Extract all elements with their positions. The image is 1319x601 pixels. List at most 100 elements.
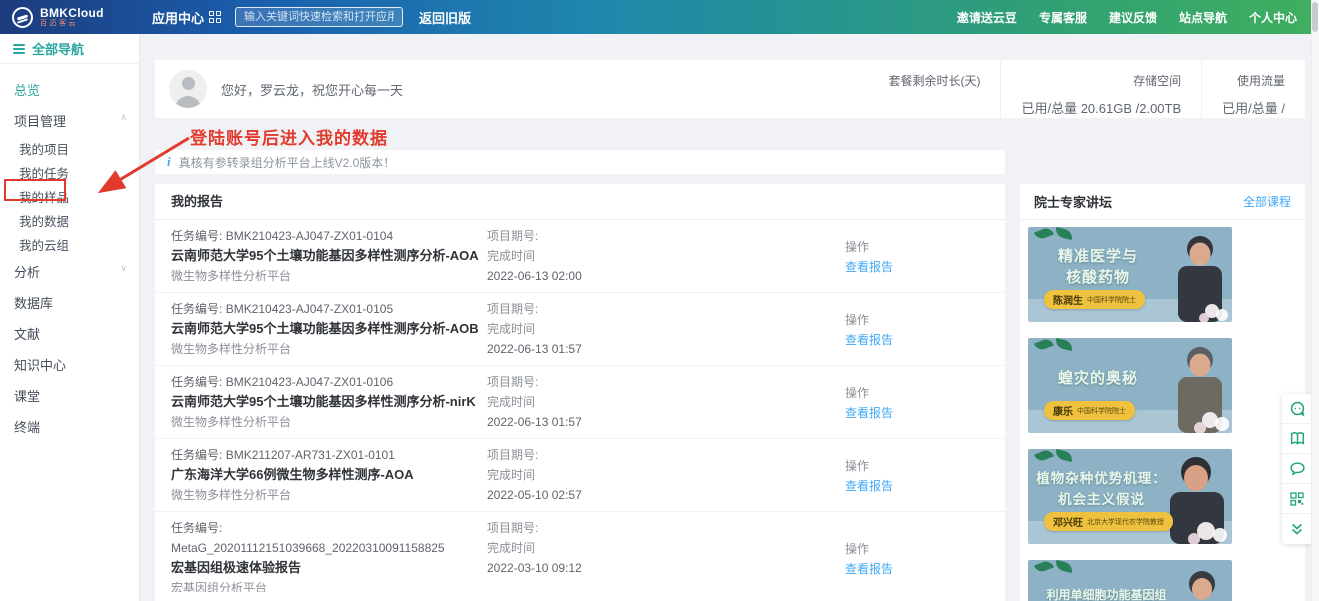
report-actions: 操作 查看报告	[845, 445, 989, 505]
header-search	[235, 7, 403, 27]
nav-customer-service[interactable]: 专属客服	[1039, 9, 1087, 26]
speaker-badge: 康乐 中国科学院院士	[1044, 401, 1135, 420]
report-platform: 微生物多样性分析平台	[171, 485, 487, 505]
sidebar-item-knowledge-center[interactable]: 知识中心	[0, 349, 139, 380]
lecture-title-line1: 植物杂种优势机理：	[1034, 468, 1169, 489]
sidebar-item-literature[interactable]: 文献	[0, 318, 139, 349]
sidebar-item-analysis[interactable]: 分析 ∨	[0, 256, 139, 287]
view-report-link[interactable]: 查看报告	[845, 560, 989, 577]
nav-invite-cloud-beans[interactable]: 邀请送云豆	[957, 9, 1017, 26]
qrcode-icon[interactable]	[1282, 484, 1312, 514]
nav-personal-center[interactable]: 个人中心	[1249, 9, 1297, 26]
lectures-header: 院士专家讲坛 全部课程	[1020, 184, 1305, 220]
report-dates: 项目期号: 完成时间 2022-05-10 02:57	[487, 445, 845, 505]
speaker-title: 中国科学院院士	[1077, 406, 1126, 416]
task-no-label: 任务编号:	[171, 302, 222, 316]
sidebar-item-my-data[interactable]: 我的数据	[0, 208, 139, 232]
view-report-link[interactable]: 查看报告	[845, 258, 989, 275]
all-nav-label: 全部导航	[32, 39, 84, 58]
lecture-title: 精准医学与 核酸药物	[1034, 246, 1162, 288]
lecture-card[interactable]: 利用单细胞功能基因组 技术体系研究人类生殖	[1028, 560, 1232, 601]
sidebar-all-nav[interactable]: 全部导航	[0, 34, 139, 64]
book-icon[interactable]	[1282, 424, 1312, 454]
chevron-down-icon: ∨	[120, 263, 127, 274]
sidebar-item-classroom[interactable]: 课堂	[0, 380, 139, 411]
notice-text: 真核有参转录组分析平台上线V2.0版本！	[179, 154, 396, 171]
sidebar-item-database[interactable]: 数据库	[0, 287, 139, 318]
sidebar-item-project-mgmt[interactable]: 项目管理 ∧	[0, 105, 139, 136]
chevron-up-icon: ∧	[120, 112, 127, 123]
customer-service-icon[interactable]	[1282, 394, 1312, 424]
leaf-decoration	[1034, 449, 1054, 463]
app-center-button[interactable]: 应用中心	[152, 8, 221, 27]
action-label: 操作	[845, 238, 989, 255]
header-nav: 邀请送云豆 专属客服 建议反馈 站点导航 个人中心	[957, 9, 1311, 26]
app-grid-icon	[209, 11, 221, 23]
task-no-value: BMK210423-AJ047-ZX01-0105	[226, 302, 393, 316]
lecture-card[interactable]: 植物杂种优势机理： 机会主义假说 邓兴旺 北京大学现代农学院教授	[1028, 449, 1232, 544]
report-row: 任务编号: BMK211207-AR731-ZX01-0101 广东海洋大学66…	[155, 439, 1005, 512]
report-row: 任务编号: BMK210423-AJ047-ZX01-0106 云南师范大学95…	[155, 366, 1005, 439]
view-report-link[interactable]: 查看报告	[845, 477, 989, 494]
avatar	[169, 70, 207, 108]
all-courses-link[interactable]: 全部课程	[1243, 193, 1291, 210]
leaf-decoration	[1034, 338, 1054, 352]
view-report-link[interactable]: 查看报告	[845, 331, 989, 348]
lecture-card[interactable]: 精准医学与 核酸药物 陈润生 中国科学院院士	[1028, 227, 1232, 322]
welcome-card: 您好，罗云龙，祝您开心每一天 套餐剩余时长(天) 存储空间 已用/总量 20.6…	[155, 60, 1305, 118]
report-actions: 操作 查看报告	[845, 518, 989, 598]
stat-storage: 存储空间 已用/总量 20.61GB /2.00TB	[1000, 60, 1201, 118]
chat-icon[interactable]	[1282, 454, 1312, 484]
report-info: 任务编号: MetaG_20201112151039668_2022031009…	[171, 518, 487, 598]
stat-label: 套餐剩余时长(天)	[888, 72, 980, 89]
project-no-label: 项目期号:	[487, 445, 845, 465]
report-dates: 项目期号: 完成时间 2022-06-13 01:57	[487, 372, 845, 432]
brand-name: BMKCloud	[40, 7, 104, 20]
finish-time-value: 2022-03-10 09:12	[487, 558, 845, 578]
sidebar: 全部导航 总览 项目管理 ∧ 我的项目 我的任务 我的样品 我的数据 我的云组 …	[0, 34, 140, 601]
sidebar-item-my-sample[interactable]: 我的样品	[0, 184, 139, 208]
lecture-cards: 精准医学与 核酸药物 陈润生 中国科学院院士	[1020, 220, 1305, 601]
app-search-input[interactable]	[235, 7, 403, 27]
task-no-label: 任务编号:	[171, 521, 222, 535]
lecture-title-line1: 蝗灾的奥秘	[1034, 368, 1162, 389]
back-to-old-version-button[interactable]: 返回旧版	[419, 8, 471, 27]
lecture-title-line2: 核酸药物	[1034, 267, 1162, 288]
lecture-title-line1: 利用单细胞功能基因组	[1034, 586, 1179, 601]
report-row: 任务编号: BMK210423-AJ047-ZX01-0104 云南师范大学95…	[155, 220, 1005, 293]
report-dates: 项目期号: 完成时间 2022-03-10 09:12	[487, 518, 845, 598]
nav-site-navigation[interactable]: 站点导航	[1179, 9, 1227, 26]
task-no-value: BMK210423-AJ047-ZX01-0104	[226, 229, 393, 243]
speaker-title: 北京大学现代农学院教授	[1087, 517, 1164, 527]
scrollbar-thumb[interactable]	[1312, 2, 1318, 32]
sidebar-item-my-task[interactable]: 我的任务	[0, 160, 139, 184]
sidebar-item-my-cloud-group[interactable]: 我的云组	[0, 232, 139, 256]
lecture-title-line1: 精准医学与	[1034, 246, 1162, 267]
report-dates: 项目期号: 完成时间 2022-06-13 01:57	[487, 299, 845, 359]
double-chevron-down-icon[interactable]	[1282, 514, 1312, 544]
annotation-label: 登陆账号后进入我的数据	[190, 124, 388, 149]
stat-label: 使用流量	[1222, 72, 1285, 89]
view-report-link[interactable]: 查看报告	[845, 404, 989, 421]
report-info: 任务编号: BMK210423-AJ047-ZX01-0106 云南师范大学95…	[171, 372, 487, 432]
lecture-card[interactable]: 蝗灾的奥秘 康乐 中国科学院院士	[1028, 338, 1232, 433]
leaf-decoration	[1054, 338, 1074, 351]
task-no-label: 任务编号:	[171, 448, 222, 462]
sidebar-item-terminal[interactable]: 终端	[0, 411, 139, 442]
sidebar-item-my-project[interactable]: 我的项目	[0, 136, 139, 160]
project-no-label: 项目期号:	[487, 518, 845, 538]
finish-time-label: 完成时间	[487, 246, 845, 266]
bmkcloud-dashboard: BMKCloud 百迈客云 应用中心 返回旧版 邀请送云豆 专属客服 建议反馈 …	[0, 0, 1319, 601]
bmkcloud-logo[interactable]: BMKCloud 百迈客云	[0, 7, 142, 28]
report-actions: 操作 查看报告	[845, 226, 989, 286]
account-stats: 套餐剩余时长(天) 存储空间 已用/总量 20.61GB /2.00TB 使用流…	[868, 60, 1305, 118]
speaker-name: 陈润生	[1053, 292, 1083, 307]
report-row: 任务编号: BMK210423-AJ047-ZX01-0105 云南师范大学95…	[155, 293, 1005, 366]
sidebar-menu: 总览 项目管理 ∧ 我的项目 我的任务 我的样品 我的数据 我的云组 分析 ∨ …	[0, 64, 139, 442]
nav-feedback[interactable]: 建议反馈	[1109, 9, 1157, 26]
notice-bar: i 真核有参转录组分析平台上线V2.0版本！	[155, 150, 1005, 174]
greeting-text: 您好，罗云龙，祝您开心每一天	[221, 80, 403, 99]
sidebar-item-overview[interactable]: 总览	[0, 74, 139, 105]
report-row: 任务编号: MetaG_20201112151039668_2022031009…	[155, 512, 1005, 601]
finish-time-label: 完成时间	[487, 319, 845, 339]
